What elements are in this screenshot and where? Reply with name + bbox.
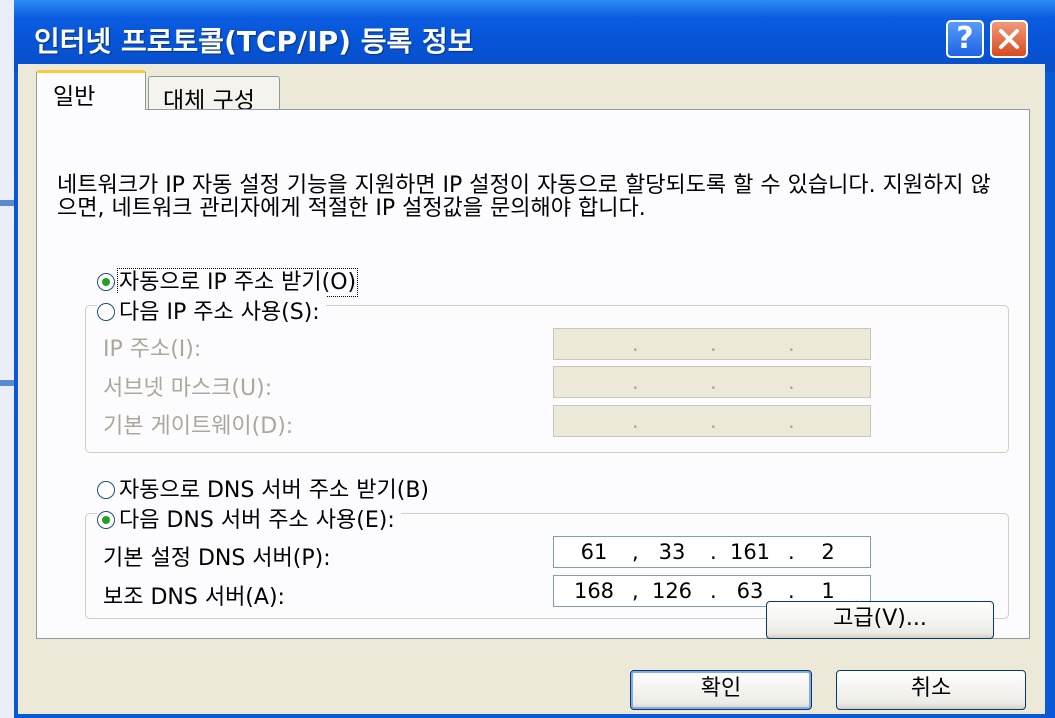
alternate-dns-label: 보조 DNS 서버(A):	[103, 585, 285, 610]
preferred-dns-label: 기본 설정 DNS 서버(P):	[103, 546, 331, 571]
tab-general[interactable]: 일반	[36, 70, 146, 110]
manual-ip-label: 다음 IP 주소 사용(S):	[119, 300, 320, 325]
manual-ip-option[interactable]: 다음 IP 주소 사용(S):	[97, 294, 326, 326]
background-fragment	[0, 200, 14, 206]
background-fragment	[0, 380, 14, 386]
preferred-dns-octet-4[interactable]: 2	[798, 540, 858, 564]
help-button[interactable]: ?	[946, 20, 984, 58]
general-tab-panel: 네트워크가 IP 자동 설정 기능을 지원하면 IP 설정이 자동으로 할당되도…	[36, 109, 1030, 639]
auto-dns-label: 자동으로 DNS 서버 주소 받기(B)	[119, 478, 429, 503]
auto-ip-label: 자동으로 IP 주소 받기(O)	[116, 268, 359, 297]
ip-address-label: IP 주소(I):	[103, 337, 202, 362]
manual-dns-radio[interactable]	[97, 511, 115, 529]
tab-alternate-configuration[interactable]: 대체 구성	[148, 76, 280, 114]
advanced-button[interactable]: 고급(V)...	[766, 601, 994, 639]
preferred-dns-input[interactable]: 61 , 33 . 161 . 2	[553, 536, 871, 568]
close-button[interactable]	[990, 20, 1028, 58]
default-gateway-label: 기본 게이트웨이(D):	[103, 414, 294, 439]
manual-dns-label: 다음 DNS 서버 주소 사용(E):	[119, 508, 395, 533]
alternate-dns-octet-1[interactable]: 168	[564, 579, 624, 603]
close-icon	[999, 29, 1019, 49]
auto-ip-option[interactable]: 자동으로 IP 주소 받기(O)	[97, 264, 363, 297]
dialog-client-area: 일반 대체 구성 네트워크가 IP 자동 설정 기능을 지원하면 IP 설정이 …	[18, 64, 1045, 714]
manual-ip-radio[interactable]	[97, 303, 115, 321]
preferred-dns-octet-2[interactable]: 33	[642, 540, 702, 564]
auto-dns-radio[interactable]	[97, 481, 115, 499]
ok-button[interactable]: 확인	[630, 670, 812, 710]
preferred-dns-octet-1[interactable]: 61	[564, 540, 624, 564]
alternate-dns-octet-4[interactable]: 1	[798, 579, 858, 603]
subnet-mask-label: 서브넷 마스크(U):	[103, 376, 273, 401]
window-title: 인터넷 프로토콜(TCP/IP) 등록 정보	[34, 25, 474, 58]
cancel-button[interactable]: 취소	[836, 670, 1026, 710]
auto-dns-option[interactable]: 자동으로 DNS 서버 주소 받기(B)	[97, 472, 435, 504]
background-window-edge	[0, 0, 15, 718]
preferred-dns-octet-3[interactable]: 161	[720, 540, 780, 564]
title-bar[interactable]: 인터넷 프로토콜(TCP/IP) 등록 정보 ?	[14, 0, 1055, 72]
alternate-dns-octet-2[interactable]: 126	[642, 579, 702, 603]
ip-address-input: ...	[553, 328, 871, 360]
description-text: 네트워크가 IP 자동 설정 기능을 지원하면 IP 설정이 자동으로 할당되도…	[57, 173, 991, 221]
manual-dns-option[interactable]: 다음 DNS 서버 주소 사용(E):	[97, 502, 401, 534]
auto-ip-radio[interactable]	[97, 273, 115, 291]
tcpip-properties-dialog: 인터넷 프로토콜(TCP/IP) 등록 정보 ? 일반 대체 구성 네트워크가 …	[14, 0, 1055, 718]
subnet-mask-input: ...	[553, 366, 871, 398]
default-gateway-input: ...	[553, 405, 871, 437]
alternate-dns-octet-3[interactable]: 63	[720, 579, 780, 603]
